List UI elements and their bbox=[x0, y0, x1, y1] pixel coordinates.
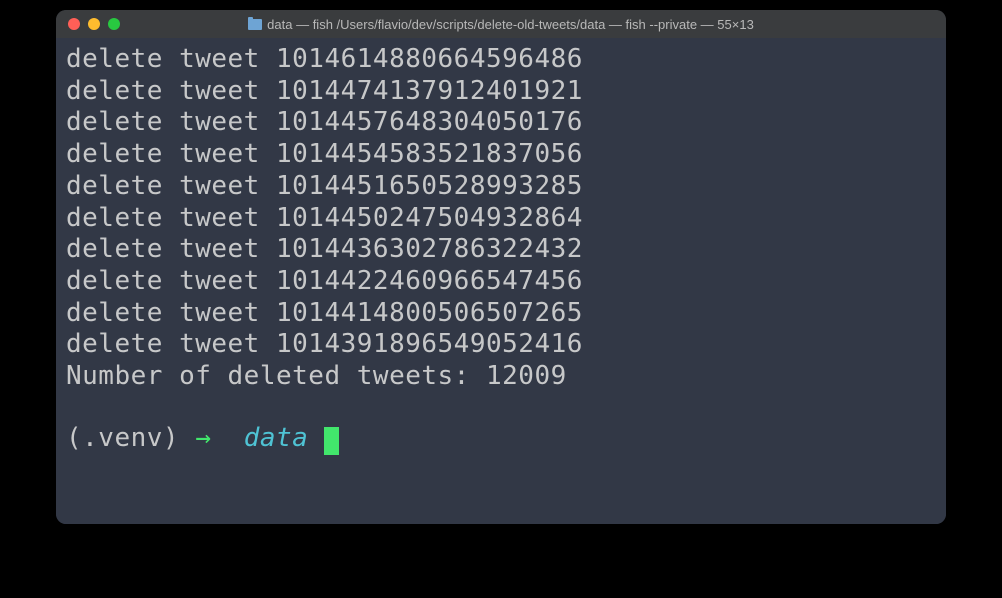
output-line: Number of deleted tweets: 12009 bbox=[66, 361, 936, 393]
prompt-line[interactable]: (.venv) → data bbox=[66, 423, 936, 455]
prompt-dir: data bbox=[244, 423, 309, 453]
terminal-window: data — fish /Users/flavio/dev/scripts/de… bbox=[56, 10, 946, 524]
output-line: delete tweet 1014414800506507265 bbox=[66, 298, 936, 330]
output-line: delete tweet 1014450247504932864 bbox=[66, 203, 936, 235]
folder-icon bbox=[248, 19, 262, 30]
output-line: delete tweet 1014436302786322432 bbox=[66, 234, 936, 266]
output-line: delete tweet 1014614880664596486 bbox=[66, 44, 936, 76]
output-line: delete tweet 1014451650528993285 bbox=[66, 171, 936, 203]
output-line: delete tweet 1014454583521837056 bbox=[66, 139, 936, 171]
maximize-icon[interactable] bbox=[108, 18, 120, 30]
minimize-icon[interactable] bbox=[88, 18, 100, 30]
prompt-arrow: → bbox=[195, 423, 211, 453]
window-title: data — fish /Users/flavio/dev/scripts/de… bbox=[56, 17, 946, 32]
close-icon[interactable] bbox=[68, 18, 80, 30]
output-line: delete tweet 1014422460966547456 bbox=[66, 266, 936, 298]
output-line: delete tweet 1014457648304050176 bbox=[66, 107, 936, 139]
output-line: delete tweet 1014391896549052416 bbox=[66, 329, 936, 361]
output-line: delete tweet 1014474137912401921 bbox=[66, 76, 936, 108]
terminal-body[interactable]: delete tweet 1014614880664596486 delete … bbox=[56, 38, 946, 524]
traffic-lights bbox=[68, 18, 120, 30]
window-title-text: data — fish /Users/flavio/dev/scripts/de… bbox=[267, 17, 754, 32]
cursor bbox=[324, 427, 339, 455]
prompt-venv: (.venv) bbox=[66, 423, 179, 453]
titlebar[interactable]: data — fish /Users/flavio/dev/scripts/de… bbox=[56, 10, 946, 38]
